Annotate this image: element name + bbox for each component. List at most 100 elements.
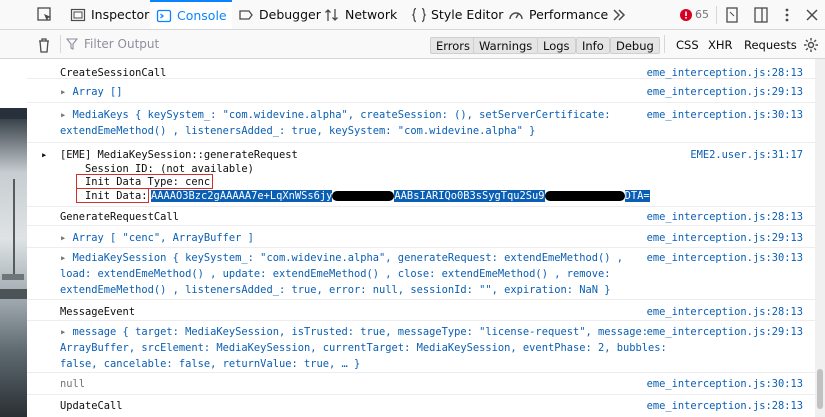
log-row: ▸ message { target: MediaKeySession, isT… [27, 321, 815, 373]
expand-arrow-icon[interactable]: ▸ [60, 232, 73, 244]
inspector-icon [70, 8, 86, 21]
console-icon [156, 9, 172, 22]
filter-output-input[interactable]: Filter Output [66, 37, 159, 51]
more-tools-chevron-icon[interactable] [610, 6, 628, 24]
logs-filter-button[interactable]: Logs [537, 37, 576, 54]
tab-console[interactable]: Console [150, 0, 232, 29]
tab-label: Performance [529, 7, 609, 22]
settings-gear-icon[interactable] [803, 37, 819, 53]
responsive-design-icon[interactable] [723, 6, 741, 24]
log-message-line[interactable]: ArrayBuffer, srcElement: MediaKeySession… [60, 340, 667, 356]
element-picker-icon[interactable] [36, 6, 54, 24]
page-background-strip [0, 59, 27, 417]
requests-filter-button[interactable]: Requests [744, 38, 797, 52]
options-menu-icon[interactable] [778, 6, 796, 24]
network-icon [325, 8, 338, 21]
log-row: ▸ Array [ "cenc", ArrayBuffer ] eme_inte… [27, 226, 815, 248]
log-message-line[interactable]: extendEmeMethod() , listenersAdded_: tru… [60, 282, 611, 298]
tab-debugger[interactable]: Debugger [232, 0, 327, 29]
log-message-line[interactable]: ▸ message { target: MediaKeySession, isT… [60, 324, 648, 340]
tab-label: Style Editor [431, 7, 504, 22]
expand-arrow-icon[interactable]: ▸ [60, 252, 73, 264]
expand-arrow-icon[interactable]: ▸ [60, 109, 73, 121]
redaction-mark [544, 191, 625, 201]
source-link[interactable]: eme_interception.js:28:13 [647, 398, 803, 414]
error-icon [680, 8, 692, 21]
object-preview[interactable]: Array [ "cenc", ArrayBuffer ] [73, 232, 254, 244]
performance-icon [509, 11, 523, 19]
source-link[interactable]: eme_interception.js:28:13 [647, 209, 803, 225]
debug-filter-button[interactable]: Debug [610, 37, 660, 54]
console-output: CreateSessionCall eme_interception.js:28… [27, 59, 815, 417]
log-message: GenerateRequestCall [60, 211, 179, 223]
tab-network[interactable]: Network [318, 0, 403, 29]
log-message[interactable]: ▸ Array [ "cenc", ArrayBuffer ] [60, 230, 254, 246]
filter-separator [60, 35, 61, 53]
info-filter-button[interactable]: Info [576, 37, 610, 54]
toolbar-separator [716, 6, 717, 24]
source-link[interactable]: eme_interception.js:29:13 [647, 230, 803, 246]
filter-icon [66, 38, 78, 50]
console-filter-bar: Filter Output Errors Warnings Logs Info … [0, 30, 825, 59]
expand-arrow-icon[interactable]: ▸ [60, 86, 73, 98]
init-data-part: AABsIARIQo0B3sSygTqu2Su9 [394, 190, 545, 202]
log-message: MessageEvent [60, 306, 136, 318]
group-toggle-icon[interactable]: ▸ [41, 147, 47, 163]
css-filter-button[interactable]: CSS [676, 38, 699, 52]
filter-placeholder: Filter Output [84, 37, 160, 51]
log-row: CreateSessionCall eme_interception.js:28… [27, 59, 815, 79]
scrollbar-thumb[interactable] [817, 369, 823, 409]
object-preview[interactable]: Array [] [73, 86, 123, 98]
warnings-filter-button[interactable]: Warnings [473, 37, 539, 54]
devtools-toolbar: Inspector Console Debugger Network Style… [0, 0, 825, 30]
console-scrollbar[interactable] [815, 59, 825, 417]
object-preview[interactable]: MediaKeySession { keySystem_: "com.widev… [73, 252, 624, 264]
log-message: UpdateCall [60, 400, 123, 412]
tab-label: Network [345, 7, 398, 22]
source-link[interactable]: EME2.user.js:31:17 [690, 147, 803, 163]
log-row: ▸ Array [] eme_interception.js:29:13 [27, 79, 815, 103]
error-count: 65 [695, 8, 709, 21]
log-row: GenerateRequestCall eme_interception.js:… [27, 207, 815, 226]
init-data-part: DTA= [624, 190, 650, 202]
style-editor-icon [412, 7, 426, 22]
object-preview[interactable]: message { target: MediaKeySession, isTru… [73, 326, 649, 338]
source-link[interactable]: eme_interception.js:30:13 [647, 376, 803, 392]
tab-inspector[interactable]: Inspector [64, 0, 155, 29]
close-icon[interactable] [803, 6, 821, 24]
trash-icon[interactable] [37, 37, 51, 53]
object-preview[interactable]: MediaKeys { keySystem_: "com.widevine.al… [73, 109, 611, 121]
log-message[interactable]: ▸ Array [] [60, 84, 123, 100]
log-row: MessageEvent eme_interception.js:28:13 [27, 300, 815, 321]
log-message-line[interactable]: ▸ MediaKeySession { keySystem_: "com.wid… [60, 250, 623, 266]
dock-side-icon[interactable] [752, 6, 770, 24]
init-data-value[interactable]: AAAAO3Bzc2gAAAAA7e+LqXnWSs6jy AABsIARIQo0… [151, 188, 650, 204]
init-data-label: Init Data: [85, 190, 148, 202]
errors-filter-button[interactable]: Errors [430, 37, 477, 54]
log-message-line[interactable]: ▸ MediaKeys { keySystem_: "com.widevine.… [60, 107, 611, 123]
source-link[interactable]: eme_interception.js:29:13 [647, 84, 803, 100]
page-image-mast [13, 179, 15, 274]
log-message-line[interactable]: false, cancelable: false, returnValue: t… [60, 356, 360, 372]
xhr-filter-button[interactable]: XHR [708, 38, 733, 52]
log-row: UpdateCall eme_interception.js:28:13 [27, 395, 815, 417]
tab-label: Inspector [91, 7, 150, 22]
expand-arrow-icon[interactable]: ▸ [60, 326, 73, 338]
source-link[interactable]: eme_interception.js:28:13 [647, 304, 803, 320]
redaction-mark [332, 191, 395, 201]
source-link[interactable]: eme_interception.js:29:13 [647, 324, 803, 340]
log-message: null [60, 378, 86, 390]
page-image-deck [2, 274, 24, 280]
tab-performance[interactable]: Performance [502, 0, 614, 29]
tab-style-editor[interactable]: Style Editor [406, 0, 509, 29]
log-row: ▸ MediaKeySession { keySystem_: "com.wid… [27, 248, 815, 300]
log-row: null eme_interception.js:30:13 [27, 373, 815, 395]
init-data-part: AAAAO3Bzc2gAAAAA7e+LqXnWSs6jy [151, 190, 333, 202]
error-count-badge[interactable]: 65 [680, 8, 709, 21]
log-message-line[interactable]: load: extendEmeMethod() , update: extend… [60, 266, 611, 282]
filter-separator [664, 35, 665, 53]
log-message-line[interactable]: extendEmeMethod() , listenersAdded_: tru… [60, 123, 535, 139]
source-link[interactable]: eme_interception.js:30:13 [647, 250, 803, 266]
source-link[interactable]: eme_interception.js:30:13 [647, 107, 803, 123]
tab-label: Debugger [259, 7, 321, 22]
